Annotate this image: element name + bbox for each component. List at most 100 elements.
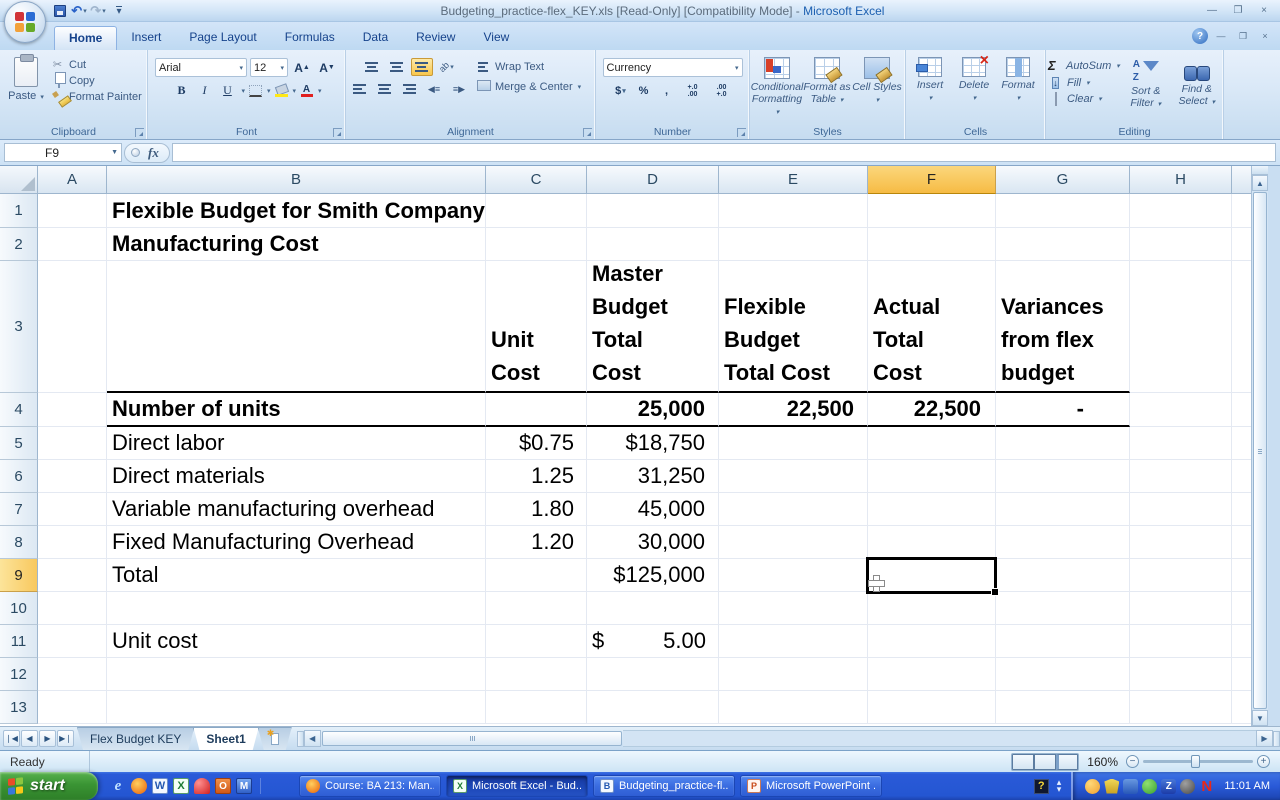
name-box[interactable]: F9▼ — [4, 143, 122, 162]
row-header-12[interactable]: 12 — [0, 658, 38, 691]
tab-data[interactable]: Data — [349, 26, 402, 50]
cell-H5[interactable] — [1130, 427, 1232, 460]
find-select-button[interactable]: Find & Select ▾ — [1172, 55, 1222, 123]
cell-E4[interactable]: 22,500 — [719, 393, 868, 427]
cell-A1[interactable] — [38, 194, 107, 228]
cell-D1[interactable] — [587, 194, 719, 228]
help-button[interactable]: ? — [1192, 28, 1208, 44]
currency-format-button[interactable]: $▾ — [611, 82, 631, 100]
tools-tray-icon[interactable] — [1123, 779, 1138, 794]
cell-D5[interactable]: $18,750 — [587, 427, 719, 460]
delete-cells-button[interactable]: Delete▾ — [952, 53, 996, 123]
number-dialog-launcher[interactable] — [737, 128, 746, 137]
column-header-C[interactable]: C — [486, 166, 587, 194]
cell-F1[interactable] — [868, 194, 996, 228]
cell-H7[interactable] — [1130, 493, 1232, 526]
normal-view-button[interactable] — [1012, 754, 1034, 770]
cell-C7[interactable]: 1.80 — [486, 493, 587, 526]
borders-button[interactable] — [248, 84, 263, 98]
cell-C2[interactable] — [486, 228, 587, 261]
orientation-button[interactable]: ab▾ — [436, 58, 458, 76]
cell-E6[interactable] — [719, 460, 868, 493]
cell-H8[interactable] — [1130, 526, 1232, 559]
cell-D4[interactable]: 25,000 — [587, 393, 719, 427]
close-button[interactable]: × — [1252, 3, 1276, 18]
decrease-indent-button[interactable]: ◀≡ — [423, 80, 445, 98]
row-header-9[interactable]: 9 — [0, 559, 38, 592]
cell-D3[interactable]: MasterBudgetTotalCost — [587, 261, 719, 393]
cell-E1[interactable] — [719, 194, 868, 228]
scroll-right-button[interactable]: ▶ — [1256, 730, 1273, 747]
cell-C6[interactable]: 1.25 — [486, 460, 587, 493]
cell-C11[interactable] — [486, 625, 587, 658]
key-icon[interactable] — [194, 778, 210, 794]
cell-B13[interactable] — [107, 691, 486, 724]
column-header-E[interactable]: E — [719, 166, 868, 194]
cell-E10[interactable] — [719, 592, 868, 625]
firefox-icon[interactable] — [131, 778, 147, 794]
cell-B1[interactable]: Flexible Budget for Smith Company — [107, 194, 486, 228]
row-header-1[interactable]: 1 — [0, 194, 38, 228]
cell-D11[interactable]: $5.00 — [587, 625, 719, 658]
cell-G3[interactable]: Variancesfrom flexbudget — [996, 261, 1130, 393]
scroll-left-button[interactable]: ◀ — [304, 730, 321, 747]
messenger-tray-icon[interactable] — [1085, 779, 1100, 794]
taskbar-button-firefox[interactable]: Course: BA 213: Man... — [299, 775, 441, 797]
italic-button[interactable]: I — [194, 81, 214, 100]
clear-button[interactable]: Clear ▾ — [1048, 93, 1120, 105]
tab-view[interactable]: View — [469, 26, 523, 50]
row-header-13[interactable]: 13 — [0, 691, 38, 724]
cell-D6[interactable]: 31,250 — [587, 460, 719, 493]
cell-G10[interactable] — [996, 592, 1130, 625]
cell-C4[interactable] — [486, 393, 587, 427]
help-tray-icon[interactable]: ? — [1034, 779, 1049, 794]
align-center-button[interactable] — [373, 80, 395, 98]
tab-split-handle[interactable] — [297, 731, 304, 747]
row-header-7[interactable]: 7 — [0, 493, 38, 526]
previous-sheet-button[interactable]: ◀ — [21, 730, 38, 747]
cell-A11[interactable] — [38, 625, 107, 658]
cell-E12[interactable] — [719, 658, 868, 691]
redo-button[interactable]: ↷▾ — [90, 3, 106, 19]
merge-center-button[interactable]: Merge & Center ▾ — [476, 80, 581, 94]
cell-G12[interactable] — [996, 658, 1130, 691]
workbook-close-button[interactable]: × — [1256, 30, 1274, 43]
start-button[interactable]: start — [0, 772, 98, 800]
row-header-5[interactable]: 5 — [0, 427, 38, 460]
cell-F6[interactable] — [868, 460, 996, 493]
cell-F13[interactable] — [868, 691, 996, 724]
shield-tray-icon[interactable] — [1104, 779, 1119, 794]
cell-F12[interactable] — [868, 658, 996, 691]
cell-C3[interactable]: UnitCost — [486, 261, 587, 393]
zoom-level[interactable]: 160% — [1087, 755, 1118, 769]
row-header-8[interactable]: 8 — [0, 526, 38, 559]
cell-A12[interactable] — [38, 658, 107, 691]
cell-H1[interactable] — [1130, 194, 1232, 228]
cell-A5[interactable] — [38, 427, 107, 460]
bold-button[interactable]: B — [171, 81, 191, 100]
cell-A6[interactable] — [38, 460, 107, 493]
copy-button[interactable]: Copy — [50, 75, 142, 87]
cell-B9[interactable]: Total — [107, 559, 486, 592]
zoom-thumb[interactable] — [1191, 755, 1200, 768]
cell-G9[interactable] — [996, 559, 1130, 592]
cut-button[interactable]: ✂Cut — [50, 58, 142, 71]
top-align-button[interactable] — [361, 58, 383, 76]
sheet-tab-sheet1[interactable]: Sheet1 — [193, 727, 258, 750]
align-left-button[interactable] — [348, 80, 370, 98]
page-layout-view-button[interactable] — [1034, 754, 1056, 770]
column-header-A[interactable]: A — [38, 166, 107, 194]
bottom-align-button[interactable] — [411, 58, 433, 76]
cell-C8[interactable]: 1.20 — [486, 526, 587, 559]
cell-C13[interactable] — [486, 691, 587, 724]
cell-F4[interactable]: 22,500 — [868, 393, 996, 427]
first-sheet-button[interactable]: ❘◀ — [3, 730, 20, 747]
horizontal-scroll-thumb[interactable] — [322, 731, 622, 746]
excel-icon[interactable]: X — [173, 778, 189, 794]
cell-B10[interactable] — [107, 592, 486, 625]
cell-D7[interactable]: 45,000 — [587, 493, 719, 526]
cell-D9[interactable]: $125,000 — [587, 559, 719, 592]
middle-align-button[interactable] — [386, 58, 408, 76]
column-header-B[interactable]: B — [107, 166, 486, 194]
formula-input[interactable] — [172, 143, 1276, 162]
